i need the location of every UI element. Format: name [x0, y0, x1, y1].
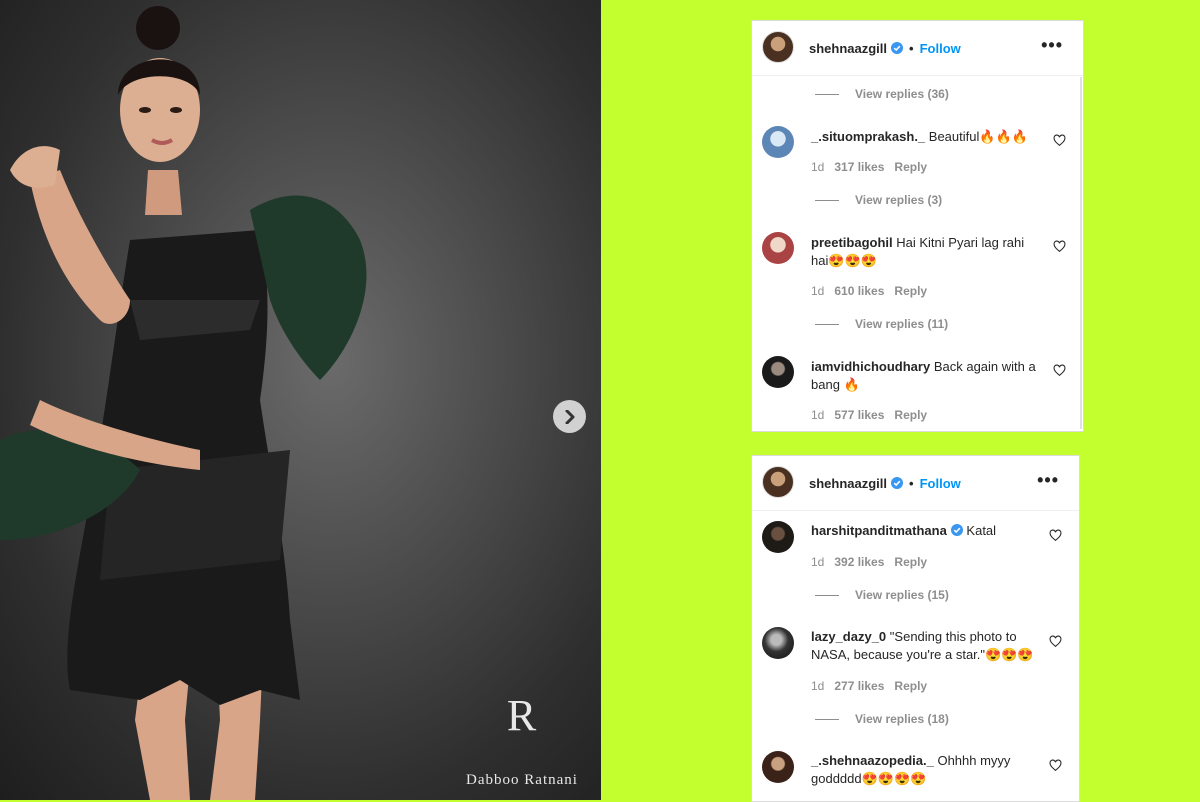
heart-outline-icon[interactable] [1053, 134, 1066, 147]
next-photo-button[interactable] [553, 400, 586, 433]
comment-likes[interactable]: 317 likes [834, 160, 884, 174]
post-header: shehnaazgill • Follow ••• [752, 456, 1079, 511]
comment-age: 1d [811, 679, 825, 693]
commenter-avatar[interactable] [762, 232, 794, 264]
follow-button[interactable]: Follow [920, 476, 961, 491]
comment-text: _.shehnaazopedia._ Ohhhh myyy goddddd😍😍😍… [811, 752, 1037, 788]
view-replies-link[interactable]: View replies (15) [815, 588, 949, 602]
heart-outline-icon[interactable] [1049, 759, 1062, 772]
post-header: shehnaazgill • Follow ••• [752, 21, 1083, 76]
verified-badge-icon [891, 41, 904, 54]
comment-body: Beautiful🔥🔥🔥 [928, 129, 1028, 144]
commenter-avatar[interactable] [762, 356, 794, 388]
comment-likes[interactable]: 277 likes [834, 679, 884, 693]
heart-outline-icon[interactable] [1049, 635, 1062, 648]
comment-meta: 1d 277 likes Reply [811, 679, 937, 693]
more-options-icon[interactable]: ••• [1037, 470, 1059, 491]
comment-text: iamvidhichoudhary Back again with a bang… [811, 358, 1041, 394]
author-avatar[interactable] [762, 466, 794, 498]
verified-badge-icon [950, 524, 963, 536]
comment-text: _.situomprakash._ Beautiful🔥🔥🔥 [811, 128, 1041, 146]
watermark-monogram: R [506, 691, 538, 740]
separator-dot: • [909, 40, 914, 56]
author-username[interactable]: shehnaazgill [809, 476, 887, 491]
commenter-username[interactable]: lazy_dazy_0 [811, 629, 886, 644]
view-replies-link[interactable]: View replies (3) [815, 193, 942, 207]
scrollbar[interactable] [1080, 77, 1082, 429]
comment-body: Katal [966, 523, 997, 538]
commenter-username[interactable]: _.shehnaazopedia._ [811, 753, 934, 768]
commenter-avatar[interactable] [762, 126, 794, 158]
comment-text: lazy_dazy_0 "Sending this photo to NASA,… [811, 628, 1037, 664]
chevron-right-icon [565, 409, 574, 424]
author-row: shehnaazgill • Follow [809, 476, 961, 491]
reply-button[interactable]: Reply [894, 555, 927, 569]
verified-badge-icon [891, 476, 904, 489]
comments-card-1: shehnaazgill • Follow ••• View replies (36… [751, 20, 1084, 432]
commenter-username[interactable]: harshitpanditmathana [811, 523, 947, 538]
comment-text: harshitpanditmathana Katal [811, 522, 1037, 540]
commenter-avatar[interactable] [762, 751, 794, 783]
commenter-avatar[interactable] [762, 627, 794, 659]
heart-outline-icon[interactable] [1053, 364, 1066, 377]
heart-outline-icon[interactable] [1049, 529, 1062, 542]
author-row: shehnaazgill • Follow [809, 41, 961, 56]
watermark-brand: Dabboo Ratnani [466, 772, 578, 788]
reply-button[interactable]: Reply [894, 408, 927, 422]
follow-button[interactable]: Follow [920, 41, 961, 56]
author-avatar[interactable] [762, 31, 794, 63]
author-username[interactable]: shehnaazgill [809, 41, 887, 56]
comment-likes[interactable]: 392 likes [834, 555, 884, 569]
model-illustration [0, 6, 367, 800]
post-photo: R Dabboo Ratnani [0, 0, 601, 800]
commenter-avatar[interactable] [762, 521, 794, 553]
comment-age: 1d [811, 408, 825, 422]
comment-likes[interactable]: 610 likes [834, 284, 884, 298]
comment-age: 1d [811, 555, 825, 569]
comment-age: 1d [811, 284, 825, 298]
reply-button[interactable]: Reply [894, 284, 927, 298]
comment-likes[interactable]: 577 likes [834, 408, 884, 422]
reply-button[interactable]: Reply [894, 160, 927, 174]
commenter-username[interactable]: _.situomprakash._ [811, 129, 925, 144]
comments-card-2: shehnaazgill • Follow ••• harshitpanditmat… [751, 455, 1080, 802]
more-options-icon[interactable]: ••• [1041, 35, 1063, 56]
comment-meta: 1d 392 likes Reply [811, 555, 937, 569]
comment-meta: 1d 577 likes Reply [811, 408, 937, 422]
comment-age: 1d [811, 160, 825, 174]
heart-outline-icon[interactable] [1053, 240, 1066, 253]
view-replies-link[interactable]: View replies (36) [815, 87, 949, 101]
comment-meta: 1d 610 likes Reply [811, 284, 937, 298]
view-replies-link[interactable]: View replies (18) [815, 712, 949, 726]
commenter-username[interactable]: iamvidhichoudhary [811, 359, 930, 374]
comment-meta: 1d 317 likes Reply [811, 160, 937, 174]
commenter-username[interactable]: preetibagohil [811, 235, 893, 250]
reply-button[interactable]: Reply [894, 679, 927, 693]
comment-text: preetibagohil Hai Kitni Pyari lag rahi h… [811, 234, 1041, 270]
photographer-watermark: R Dabboo Ratnani [452, 694, 592, 789]
view-replies-link[interactable]: View replies (11) [815, 317, 948, 331]
separator-dot: • [909, 475, 914, 491]
